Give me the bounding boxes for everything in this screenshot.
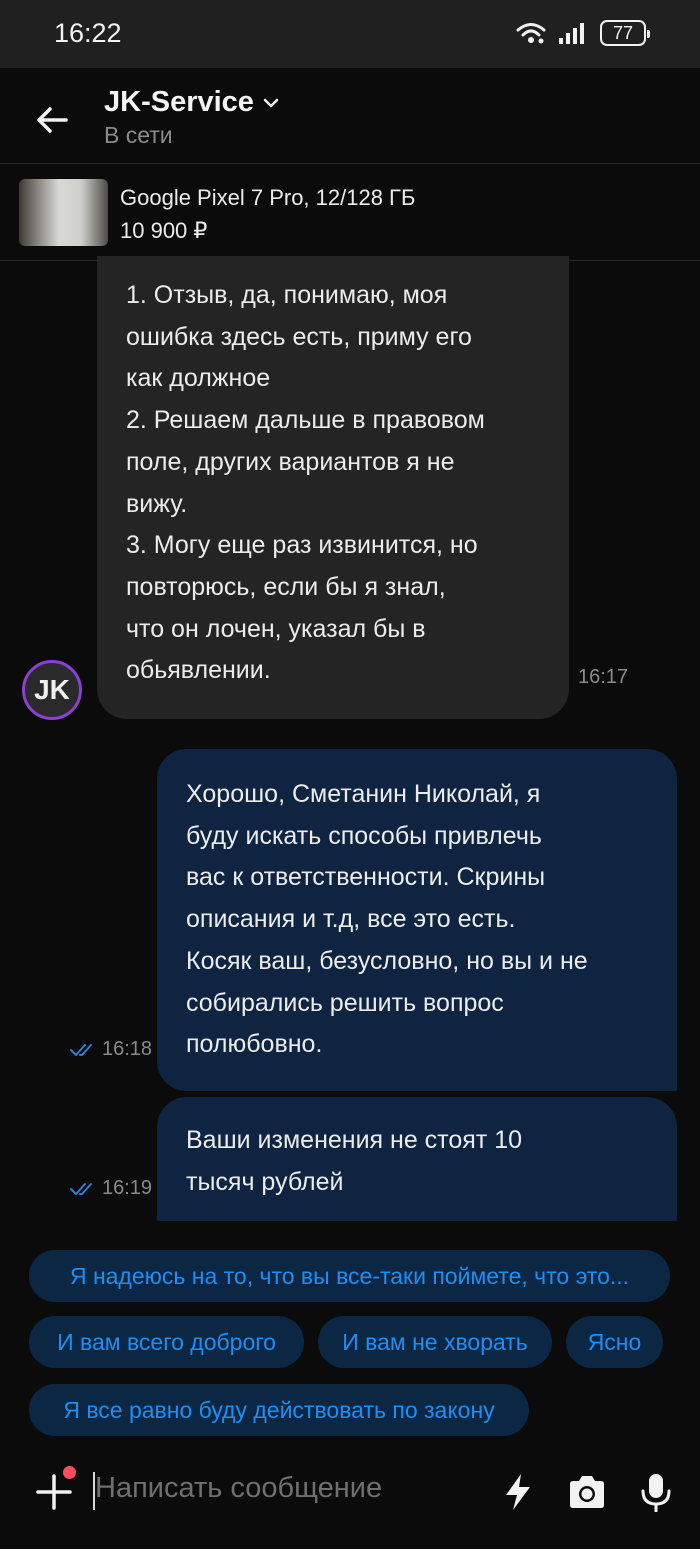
message-line: вижу. bbox=[126, 489, 188, 518]
signal-icon bbox=[559, 23, 584, 44]
message-time-text: 16:19 bbox=[102, 1177, 153, 1199]
message-time: 16:19 bbox=[70, 1177, 152, 1200]
message-time-text: 16:18 bbox=[102, 1038, 153, 1060]
read-ticks-icon bbox=[70, 1182, 92, 1195]
chat-header: JK-Service В сети bbox=[0, 68, 700, 164]
message-outgoing[interactable]: Ваши изменения не стоят 10 тысяч рублей bbox=[157, 1097, 677, 1221]
message-line: тысяч рублей bbox=[186, 1167, 344, 1196]
avatar[interactable]: JK bbox=[22, 660, 82, 720]
quick-reply-chip[interactable]: Ясно bbox=[566, 1316, 663, 1368]
status-icons: 77 bbox=[516, 20, 650, 46]
message-line: Ваши изменения не стоят 10 bbox=[186, 1126, 522, 1154]
status-time: 16:22 bbox=[54, 18, 122, 48]
message-time: 16:17 bbox=[578, 666, 628, 689]
message-line: что он лочен, указал бы в bbox=[126, 614, 426, 643]
chevron-down-icon bbox=[263, 98, 279, 107]
message-incoming[interactable]: 1. Отзыв, да, понимаю, моя ошибка здесь … bbox=[97, 256, 569, 719]
message-line: обьявлении. bbox=[126, 656, 271, 685]
product-card[interactable]: Google Pixel 7 Pro, 12/128 ГБ 10 900 ₽ bbox=[0, 165, 700, 261]
status-bar: 16:22 77 bbox=[0, 0, 700, 68]
message-line: Хорошо, Сметанин Николай, я bbox=[186, 780, 541, 808]
wifi-icon bbox=[516, 23, 546, 44]
message-line: буду искать способы привлечь bbox=[186, 821, 542, 850]
message-line: повторюсь, если бы я знал, bbox=[126, 572, 446, 601]
product-price: 10 900 ₽ bbox=[120, 218, 208, 243]
message-line: поле, других вариантов я не bbox=[126, 447, 455, 476]
contact-title[interactable]: JK-Service bbox=[104, 86, 280, 119]
message-input[interactable]: Написать сообщение bbox=[95, 1472, 382, 1505]
notification-dot bbox=[61, 1464, 78, 1481]
contact-name: JK-Service bbox=[104, 86, 254, 118]
message-line: как должное bbox=[126, 364, 271, 393]
battery-icon: 77 bbox=[600, 20, 650, 46]
message-line: описания и т.д, все это есть. bbox=[186, 905, 516, 934]
read-ticks-icon bbox=[70, 1043, 92, 1056]
message-input-bar: Написать сообщение bbox=[0, 1448, 700, 1549]
product-thumbnail bbox=[19, 179, 108, 246]
product-title: Google Pixel 7 Pro, 12/128 ГБ bbox=[120, 185, 416, 210]
message-line: полюбовно. bbox=[186, 1030, 323, 1059]
message-time: 16:18 bbox=[70, 1038, 152, 1061]
message-line: Косяк ваш, безусловно, но вы и не bbox=[186, 946, 588, 975]
back-arrow-icon[interactable] bbox=[30, 98, 74, 142]
microphone-icon[interactable] bbox=[636, 1472, 676, 1512]
message-line: собирались решить вопрос bbox=[186, 988, 504, 1017]
quick-reply-chip[interactable]: И вам всего доброго bbox=[29, 1316, 304, 1368]
quick-reply-chip[interactable]: И вам не хворать bbox=[318, 1316, 552, 1368]
message-time-text: 16:17 bbox=[578, 666, 629, 688]
contact-status: В сети bbox=[104, 122, 173, 148]
message-line: вас к ответственности. Скрины bbox=[186, 863, 546, 892]
quick-reply-chip[interactable]: Я надеюсь на то, что вы все-таки поймете… bbox=[29, 1250, 670, 1302]
camera-icon[interactable] bbox=[567, 1472, 607, 1512]
message-line: ошибка здесь есть, приму его bbox=[126, 322, 472, 351]
message-outgoing[interactable]: Хорошо, Сметанин Николай, я буду искать … bbox=[157, 749, 677, 1091]
message-line: 2. Решаем дальше в правовом bbox=[126, 406, 485, 435]
quick-reply-chip[interactable]: Я все равно буду действовать по закону bbox=[29, 1384, 529, 1436]
lightning-icon[interactable] bbox=[498, 1472, 538, 1512]
message-line: 1. Отзыв, да, понимаю, моя bbox=[126, 281, 448, 309]
message-line: 3. Могу еще раз извинится, но bbox=[126, 531, 478, 560]
